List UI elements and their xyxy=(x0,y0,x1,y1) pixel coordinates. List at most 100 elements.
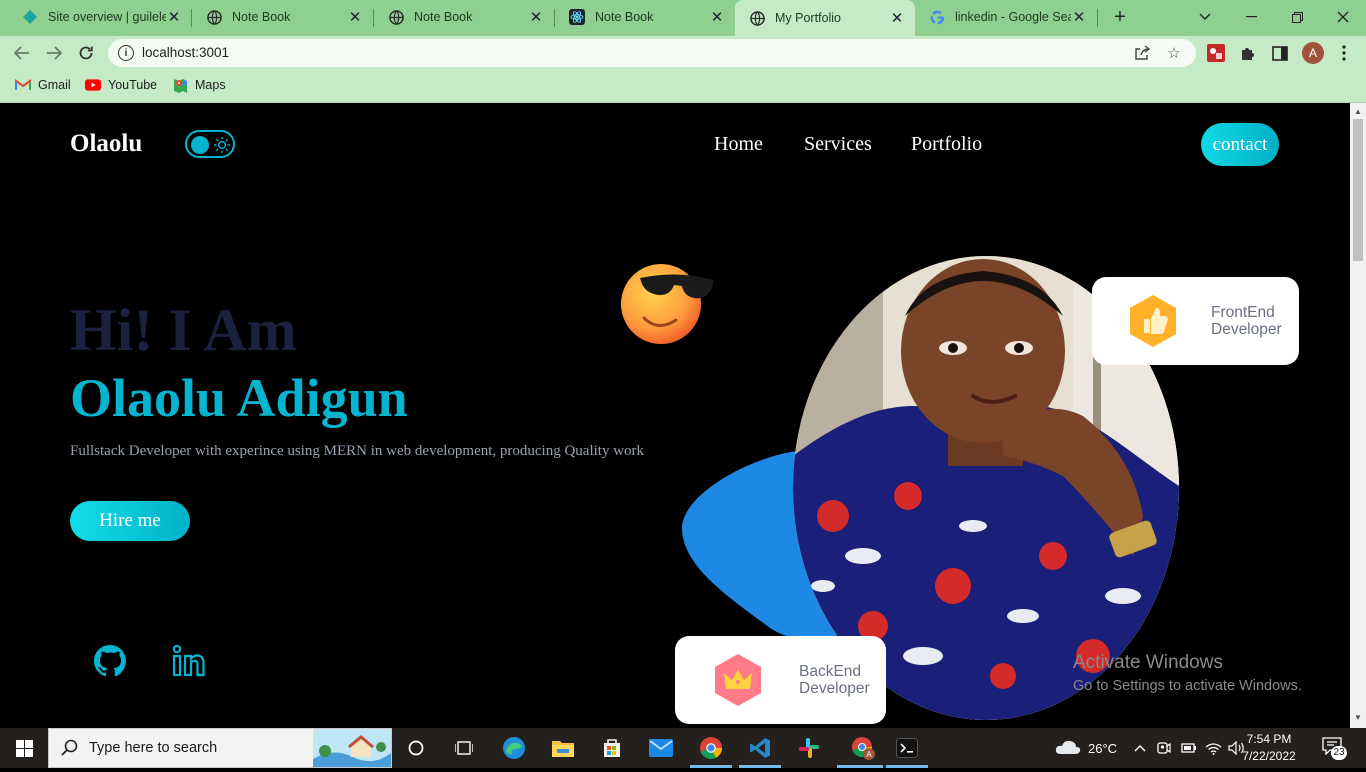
watermark-title: Activate Windows xyxy=(1073,652,1223,673)
gmail-icon xyxy=(15,77,31,93)
frontend-card-text: FrontEnd Developer xyxy=(1211,304,1282,338)
card-line: Developer xyxy=(1211,321,1282,338)
toggle-knob xyxy=(191,136,209,154)
notifications-button[interactable]: 23 xyxy=(1322,728,1347,768)
card-line: Developer xyxy=(799,680,870,697)
restore-button[interactable] xyxy=(1274,0,1320,34)
nav-portfolio[interactable]: Portfolio xyxy=(911,133,982,156)
close-tab-icon[interactable]: ✕ xyxy=(528,9,544,26)
watermark-subtitle: Go to Settings to activate Windows. xyxy=(1073,678,1302,694)
kebab-menu-icon[interactable] xyxy=(1334,43,1354,63)
tab-title: Site overview | guilele xyxy=(48,10,166,24)
clock-date: 7/22/2022 xyxy=(1242,749,1296,763)
theme-toggle[interactable] xyxy=(185,130,235,158)
youtube-icon xyxy=(85,77,101,93)
extension-red-icon[interactable] xyxy=(1206,43,1226,63)
google-g-icon xyxy=(929,9,945,25)
tab-title: Note Book xyxy=(595,10,654,24)
sunglasses-emoji-icon xyxy=(618,260,718,350)
close-tab-icon[interactable]: ✕ xyxy=(889,10,905,27)
edge-browser-icon[interactable] xyxy=(500,734,528,762)
microsoft-store-icon[interactable] xyxy=(598,734,626,762)
new-tab-button[interactable]: + xyxy=(1108,5,1132,29)
chrome-icon[interactable] xyxy=(697,734,725,762)
file-explorer-icon[interactable] xyxy=(549,734,577,762)
taskbar-search-box[interactable]: Type here to search xyxy=(48,728,392,768)
taskbar-clock[interactable]: 7:54 PM 7/22/2022 xyxy=(1224,731,1314,765)
page-scrollbar[interactable]: ▲ ▼ xyxy=(1350,103,1366,728)
browser-tab[interactable]: Site overview | guilele ✕ xyxy=(8,0,192,34)
share-icon[interactable] xyxy=(1134,45,1150,61)
frontend-developer-card: FrontEnd Developer xyxy=(1092,277,1299,365)
greeting-heading: Hi! I Am xyxy=(70,297,297,363)
maps-icon xyxy=(172,77,188,93)
nav-home[interactable]: Home xyxy=(714,133,763,156)
reload-icon[interactable] xyxy=(74,41,98,65)
scroll-up-arrow-icon[interactable]: ▲ xyxy=(1354,107,1362,116)
backend-developer-card: BackEnd Developer xyxy=(675,636,886,724)
notification-count-badge: 23 xyxy=(1331,746,1347,760)
mail-icon[interactable] xyxy=(647,734,675,762)
cortana-icon[interactable] xyxy=(402,734,430,762)
chrome-profile-icon[interactable]: A xyxy=(844,734,882,762)
terminal-icon[interactable] xyxy=(893,734,921,762)
tab-separator xyxy=(1097,9,1098,27)
close-tab-icon[interactable]: ✕ xyxy=(1071,9,1087,26)
windows-taskbar: Type here to search A 26°C 7:54 PM 7/22/… xyxy=(0,728,1366,768)
browser-tab-active[interactable]: My Portfolio ✕ xyxy=(735,0,915,36)
scroll-down-arrow-icon[interactable]: ▼ xyxy=(1354,713,1362,722)
windows-start-icon[interactable] xyxy=(0,728,48,768)
backend-card-text: BackEnd Developer xyxy=(799,663,870,697)
scrollbar-thumb[interactable] xyxy=(1353,119,1363,261)
vscode-icon[interactable] xyxy=(746,734,774,762)
bookmark-maps[interactable]: Maps xyxy=(172,77,226,93)
search-highlight-illustration xyxy=(313,729,391,767)
url-text[interactable]: localhost:3001 xyxy=(142,45,229,60)
extensions-puzzle-icon[interactable] xyxy=(1238,43,1258,63)
browser-tab[interactable]: Note Book ✕ xyxy=(555,0,735,34)
clock-time: 7:54 PM xyxy=(1246,732,1292,746)
task-view-icon[interactable] xyxy=(450,734,478,762)
slack-icon[interactable] xyxy=(795,734,823,762)
site-info-icon[interactable]: i xyxy=(118,45,134,61)
svg-text:A: A xyxy=(866,750,872,759)
side-panel-icon[interactable] xyxy=(1270,43,1290,63)
meet-now-icon[interactable] xyxy=(1157,728,1171,768)
close-tab-icon[interactable]: ✕ xyxy=(166,9,182,26)
name-heading: Olaolu Adigun xyxy=(70,368,408,428)
show-hidden-icons-chevron-icon[interactable] xyxy=(1134,728,1146,768)
address-bar[interactable]: i localhost:3001 ☆ xyxy=(108,39,1196,67)
close-window-button[interactable] xyxy=(1320,0,1366,34)
notification-center-icon: 23 xyxy=(1322,737,1347,760)
bookmark-youtube[interactable]: YouTube xyxy=(85,77,157,93)
contact-button[interactable]: contact xyxy=(1201,123,1279,166)
battery-icon[interactable] xyxy=(1181,728,1197,768)
github-icon[interactable] xyxy=(90,641,130,681)
tab-search-chevron-icon[interactable] xyxy=(1182,0,1228,34)
globe-icon xyxy=(206,9,222,25)
hire-me-button[interactable]: Hire me xyxy=(70,501,190,541)
bookmark-gmail[interactable]: Gmail xyxy=(15,77,71,93)
forward-arrow-icon[interactable] xyxy=(42,41,66,65)
linkedin-icon[interactable] xyxy=(170,641,210,681)
nav-services[interactable]: Services xyxy=(804,133,872,156)
bookmark-label: Maps xyxy=(195,78,226,92)
globe-icon xyxy=(749,10,765,26)
netlify-diamond-icon xyxy=(22,9,38,25)
portfolio-page: Olaolu Home Services Portfolio contact H… xyxy=(0,103,1350,728)
browser-tab[interactable]: linkedin - Google Sea ✕ xyxy=(915,0,1097,34)
browser-tab[interactable]: Note Book ✕ xyxy=(192,0,373,34)
back-arrow-icon[interactable] xyxy=(10,41,34,65)
browser-tab-bar: Site overview | guilele ✕ Note Book ✕ No… xyxy=(0,0,1366,36)
close-tab-icon[interactable]: ✕ xyxy=(709,9,725,26)
profile-avatar[interactable]: A xyxy=(1302,42,1324,64)
close-tab-icon[interactable]: ✕ xyxy=(347,9,363,26)
tab-title: Note Book xyxy=(232,10,291,24)
weather-widget[interactable]: 26°C xyxy=(1055,728,1117,768)
site-logo[interactable]: Olaolu xyxy=(70,130,142,158)
browser-tab[interactable]: Note Book ✕ xyxy=(374,0,554,34)
tab-title: My Portfolio xyxy=(775,11,841,25)
wifi-icon[interactable] xyxy=(1205,728,1222,768)
bookmark-star-icon[interactable]: ☆ xyxy=(1166,45,1182,62)
minimize-button[interactable] xyxy=(1228,0,1274,34)
